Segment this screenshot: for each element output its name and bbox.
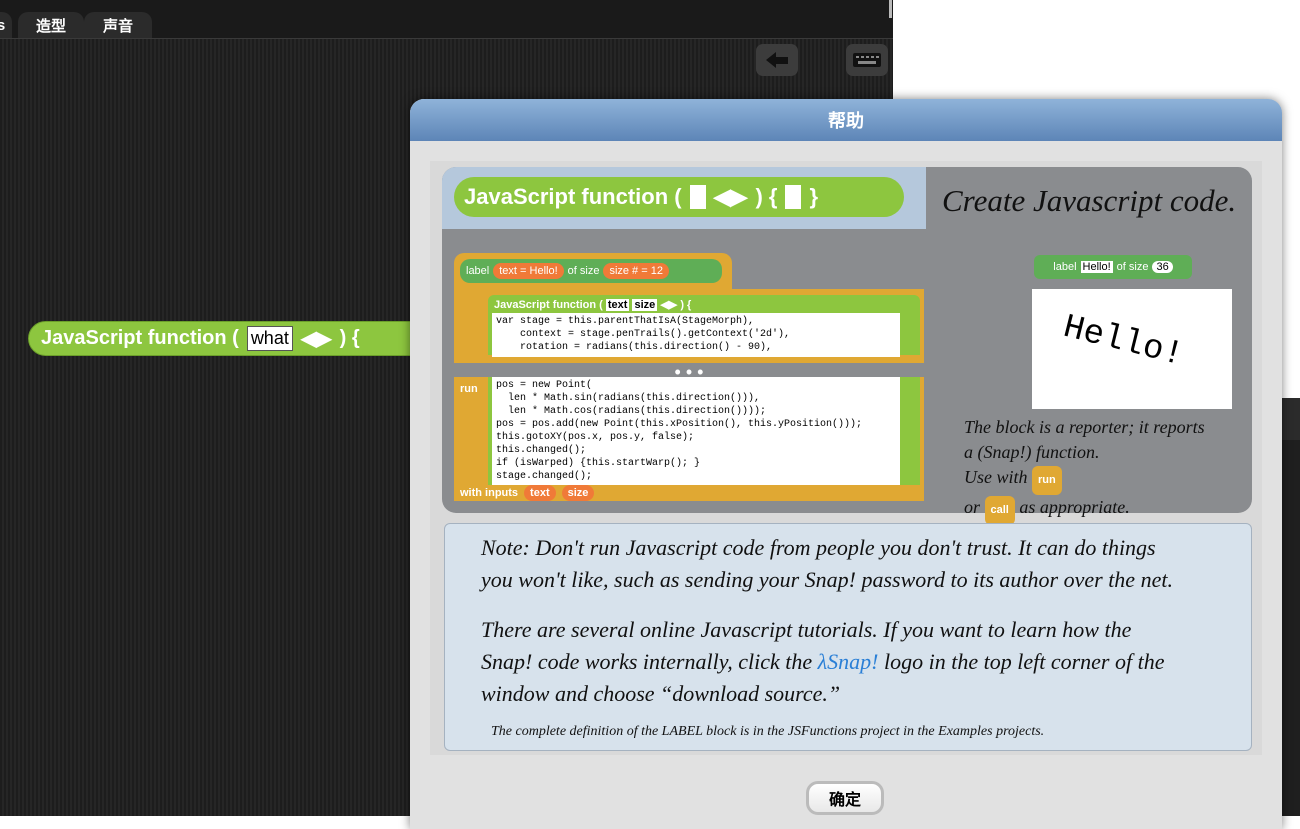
with-inputs-label: with inputs bbox=[460, 487, 519, 499]
reporter-note: The block is a reporter; it reports a (S… bbox=[964, 415, 1254, 525]
inner-js-head: JavaScript function ( text size ◀▶ ) { bbox=[488, 295, 920, 314]
help-slot bbox=[689, 185, 706, 209]
of-size-word: of size bbox=[567, 265, 600, 277]
help-top-panel: JavaScript function ( ◀▶ ) { } Create Ja… bbox=[442, 167, 1252, 525]
hello-stage-preview: Hello! bbox=[1032, 289, 1232, 409]
help-arrows-icon: ◀▶ bbox=[713, 184, 748, 209]
keyboard-button[interactable] bbox=[846, 44, 888, 76]
note-box: Note: Don't run Javascript code from peo… bbox=[444, 523, 1252, 751]
help-js-label: JavaScript function ( bbox=[464, 184, 682, 209]
tab-costumes[interactable]: 造型 bbox=[18, 12, 84, 38]
reporter-note-line3: Use with run bbox=[964, 465, 1254, 495]
keyboard-icon bbox=[853, 53, 881, 67]
call-pill: call bbox=[984, 496, 1015, 525]
with-text-pill: text bbox=[524, 485, 556, 501]
tab-bar: s 造型 声音 bbox=[0, 0, 893, 39]
inner-size-slot: size bbox=[632, 299, 658, 311]
help-end: } bbox=[809, 184, 818, 209]
note2-line1: There are several online Javascript tuto… bbox=[481, 617, 1132, 642]
param-slot[interactable]: what bbox=[246, 326, 293, 351]
help-image: JavaScript function ( ◀▶ ) { } Create Ja… bbox=[430, 161, 1262, 755]
mini-size-slot: 36 bbox=[1152, 261, 1173, 273]
inner-js-block: JavaScript function ( text size ◀▶ ) { v… bbox=[488, 295, 920, 357]
note1-line2: you won't like, such as sending your Sna… bbox=[481, 567, 1173, 592]
mini-label-block: label Hello! of size 36 bbox=[1034, 255, 1192, 279]
ok-button[interactable]: 确定 bbox=[806, 781, 884, 815]
mini-text-slot: Hello! bbox=[1080, 261, 1113, 273]
arrows-icon[interactable]: ◀▶ bbox=[301, 326, 332, 351]
text-param: text = Hello! bbox=[493, 263, 564, 279]
hello-text: Hello! bbox=[1059, 308, 1188, 376]
code-snippet-1: var stage = this.parentThatIsA(StageMorp… bbox=[492, 313, 900, 357]
note1-line1: Note: Don't run Javascript code from peo… bbox=[481, 535, 1156, 560]
inner-js-label: JavaScript function ( bbox=[494, 299, 603, 311]
label-hat-block: label text = Hello! of size size # = 12 bbox=[454, 253, 732, 289]
help-close: ) { bbox=[755, 184, 778, 209]
reporter-note-line2: a (Snap!) function. bbox=[964, 442, 1100, 462]
run-inner: pos = new Point( len * Math.sin(radians(… bbox=[488, 377, 920, 485]
note2-line3: window and choose “download source.” bbox=[481, 681, 841, 706]
block-label: JavaScript function ( bbox=[41, 327, 239, 349]
inner-text-slot: text bbox=[605, 299, 630, 311]
undo-button[interactable] bbox=[756, 44, 798, 76]
block-close: ) { bbox=[339, 327, 360, 349]
snap-logo-icon: λSnap! bbox=[817, 649, 879, 674]
undo-icon bbox=[766, 52, 788, 68]
scrollbar-mark[interactable] bbox=[889, 0, 892, 18]
stage-edge-lower bbox=[1282, 440, 1300, 816]
run-block: run pos = new Point( len * Math.sin(radi… bbox=[454, 377, 924, 501]
label-block: label text = Hello! of size size # = 12 bbox=[460, 259, 722, 283]
code-snippet-2: pos = new Point( len * Math.sin(radians(… bbox=[492, 377, 900, 485]
use-with-text: Use with bbox=[964, 467, 1028, 487]
size-param: size # = 12 bbox=[603, 263, 669, 279]
inner-js-close: ◀▶ ) { bbox=[660, 299, 692, 311]
create-title: Create Javascript code. bbox=[942, 183, 1237, 218]
note3: The complete definition of the LABEL blo… bbox=[491, 724, 1045, 739]
with-inputs-row: with inputs text size bbox=[460, 485, 595, 501]
javascript-function-block[interactable]: JavaScript function ( what ◀▶ ) { bbox=[28, 321, 428, 356]
tab-sounds[interactable]: 声音 bbox=[84, 12, 152, 38]
as-appropriate-text: as appropriate. bbox=[1019, 497, 1130, 517]
note2-line2a: Snap! code works internally, click the bbox=[481, 649, 813, 674]
example-script: label text = Hello! of size size # = 12 … bbox=[454, 239, 924, 501]
help-dialog: 帮助 JavaScript function ( ◀▶ ) { } Create… bbox=[410, 99, 1282, 829]
help-js-block: JavaScript function ( ◀▶ ) { } bbox=[454, 177, 904, 217]
with-size-pill: size bbox=[561, 485, 595, 501]
run-label: run bbox=[460, 383, 478, 395]
tab-scripts-partial[interactable]: s bbox=[0, 12, 12, 38]
reporter-note-line4: or call as appropriate. bbox=[964, 495, 1254, 525]
mini-label-word: label bbox=[1053, 261, 1077, 273]
run-pill: run bbox=[1032, 466, 1062, 495]
mini-of-size: of size bbox=[1116, 261, 1149, 273]
dialog-title[interactable]: 帮助 bbox=[410, 99, 1282, 141]
help-head-area: JavaScript function ( ◀▶ ) { } bbox=[442, 167, 926, 229]
note2-line2b: logo in the top left corner of the bbox=[884, 649, 1165, 674]
help-slot-2 bbox=[785, 185, 802, 209]
label-word: label bbox=[466, 265, 490, 277]
or-text: or bbox=[964, 497, 981, 517]
note2-line2: Snap! code works internally, click the λ… bbox=[481, 646, 1164, 678]
reporter-note-line1: The block is a reporter; it reports bbox=[964, 417, 1205, 437]
